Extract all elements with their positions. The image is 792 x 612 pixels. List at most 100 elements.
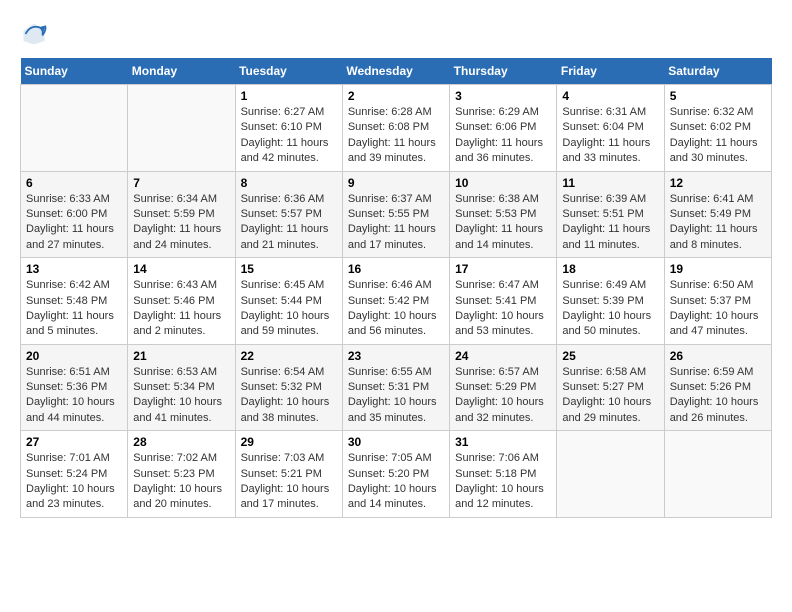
weekday-header-monday: Monday xyxy=(128,58,235,85)
day-number: 9 xyxy=(348,176,444,190)
day-number: 15 xyxy=(241,262,337,276)
calendar-cell: 25Sunrise: 6:58 AM Sunset: 5:27 PM Dayli… xyxy=(557,344,664,431)
calendar-cell: 8 Sunrise: 6:36 AM Sunset: 5:57 PM Daylig… xyxy=(235,171,342,258)
day-number: 8 xyxy=(241,176,337,190)
day-number: 28 xyxy=(133,435,229,449)
calendar-cell: 21 Sunrise: 6:53 AM Sunset: 5:34 PM Dayli… xyxy=(128,344,235,431)
day-number: 1 xyxy=(241,89,337,103)
day-info: Sunrise: 6:36 AM Sunset: 5:57 PM Dayligh… xyxy=(241,192,337,254)
day-info: Sunrise: 6:42 AM Sunset: 5:48 PM Dayligh… xyxy=(26,278,122,340)
day-info: Sunrise: 6:53 AM Sunset: 5:34 PM Dayligh… xyxy=(133,365,229,427)
day-info: Sunrise: 6:28 AM Sunset: 6:08 PM Dayligh… xyxy=(348,105,444,167)
day-number: 19 xyxy=(670,262,766,276)
calendar-week-5: 27Sunrise: 7:01 AM Sunset: 5:24 PM Dayli… xyxy=(21,431,772,518)
day-info: Sunrise: 6:33 AM Sunset: 6:00 PM Dayligh… xyxy=(26,192,122,254)
calendar-cell: 11 Sunrise: 6:39 AM Sunset: 5:51 PM Dayli… xyxy=(557,171,664,258)
day-number: 4 xyxy=(562,89,658,103)
calendar-cell: 20Sunrise: 6:51 AM Sunset: 5:36 PM Dayli… xyxy=(21,344,128,431)
calendar-cell: 24 Sunrise: 6:57 AM Sunset: 5:29 PM Dayli… xyxy=(450,344,557,431)
calendar-cell: 31 Sunrise: 7:06 AM Sunset: 5:18 PM Dayli… xyxy=(450,431,557,518)
day-info: Sunrise: 6:54 AM Sunset: 5:32 PM Dayligh… xyxy=(241,365,337,427)
weekday-header-friday: Friday xyxy=(557,58,664,85)
day-info: Sunrise: 7:03 AM Sunset: 5:21 PM Dayligh… xyxy=(241,451,337,513)
calendar-cell: 6 Sunrise: 6:33 AM Sunset: 6:00 PM Daylig… xyxy=(21,171,128,258)
day-info: Sunrise: 6:27 AM Sunset: 6:10 PM Dayligh… xyxy=(241,105,337,167)
day-number: 23 xyxy=(348,349,444,363)
calendar-cell: 26Sunrise: 6:59 AM Sunset: 5:26 PM Dayli… xyxy=(664,344,771,431)
day-number: 22 xyxy=(241,349,337,363)
calendar-table: SundayMondayTuesdayWednesdayThursdayFrid… xyxy=(20,58,772,518)
day-info: Sunrise: 6:43 AM Sunset: 5:46 PM Dayligh… xyxy=(133,278,229,340)
calendar-cell: 22 Sunrise: 6:54 AM Sunset: 5:32 PM Dayli… xyxy=(235,344,342,431)
day-number: 17 xyxy=(455,262,551,276)
day-number: 10 xyxy=(455,176,551,190)
calendar-cell xyxy=(128,85,235,172)
day-number: 25 xyxy=(562,349,658,363)
day-number: 3 xyxy=(455,89,551,103)
day-number: 20 xyxy=(26,349,122,363)
day-number: 13 xyxy=(26,262,122,276)
day-number: 26 xyxy=(670,349,766,363)
calendar-cell xyxy=(21,85,128,172)
calendar-week-2: 6 Sunrise: 6:33 AM Sunset: 6:00 PM Daylig… xyxy=(21,171,772,258)
calendar-cell: 19 Sunrise: 6:50 AM Sunset: 5:37 PM Dayli… xyxy=(664,258,771,345)
calendar-week-3: 13 Sunrise: 6:42 AM Sunset: 5:48 PM Dayli… xyxy=(21,258,772,345)
day-info: Sunrise: 6:41 AM Sunset: 5:49 PM Dayligh… xyxy=(670,192,766,254)
calendar-cell: 4 Sunrise: 6:31 AM Sunset: 6:04 PM Daylig… xyxy=(557,85,664,172)
calendar-cell: 13 Sunrise: 6:42 AM Sunset: 5:48 PM Dayli… xyxy=(21,258,128,345)
page-header xyxy=(20,20,772,48)
calendar-cell: 5Sunrise: 6:32 AM Sunset: 6:02 PM Daylig… xyxy=(664,85,771,172)
calendar-cell: 28 Sunrise: 7:02 AM Sunset: 5:23 PM Dayli… xyxy=(128,431,235,518)
calendar-cell: 14 Sunrise: 6:43 AM Sunset: 5:46 PM Dayli… xyxy=(128,258,235,345)
day-info: Sunrise: 6:45 AM Sunset: 5:44 PM Dayligh… xyxy=(241,278,337,340)
day-info: Sunrise: 7:05 AM Sunset: 5:20 PM Dayligh… xyxy=(348,451,444,513)
calendar-week-1: 1 Sunrise: 6:27 AM Sunset: 6:10 PM Daylig… xyxy=(21,85,772,172)
calendar-cell: 9 Sunrise: 6:37 AM Sunset: 5:55 PM Daylig… xyxy=(342,171,449,258)
day-info: Sunrise: 7:01 AM Sunset: 5:24 PM Dayligh… xyxy=(26,451,122,513)
calendar-cell: 1 Sunrise: 6:27 AM Sunset: 6:10 PM Daylig… xyxy=(235,85,342,172)
calendar-cell: 16 Sunrise: 6:46 AM Sunset: 5:42 PM Dayli… xyxy=(342,258,449,345)
day-number: 2 xyxy=(348,89,444,103)
day-number: 14 xyxy=(133,262,229,276)
calendar-cell: 10 Sunrise: 6:38 AM Sunset: 5:53 PM Dayli… xyxy=(450,171,557,258)
calendar-cell: 23Sunrise: 6:55 AM Sunset: 5:31 PM Dayli… xyxy=(342,344,449,431)
day-number: 6 xyxy=(26,176,122,190)
day-info: Sunrise: 6:50 AM Sunset: 5:37 PM Dayligh… xyxy=(670,278,766,340)
day-number: 16 xyxy=(348,262,444,276)
calendar-cell: 17 Sunrise: 6:47 AM Sunset: 5:41 PM Dayli… xyxy=(450,258,557,345)
calendar-cell: 7Sunrise: 6:34 AM Sunset: 5:59 PM Daylig… xyxy=(128,171,235,258)
day-info: Sunrise: 6:57 AM Sunset: 5:29 PM Dayligh… xyxy=(455,365,551,427)
day-number: 31 xyxy=(455,435,551,449)
day-info: Sunrise: 6:38 AM Sunset: 5:53 PM Dayligh… xyxy=(455,192,551,254)
day-info: Sunrise: 6:37 AM Sunset: 5:55 PM Dayligh… xyxy=(348,192,444,254)
day-info: Sunrise: 6:31 AM Sunset: 6:04 PM Dayligh… xyxy=(562,105,658,167)
day-number: 12 xyxy=(670,176,766,190)
day-info: Sunrise: 6:46 AM Sunset: 5:42 PM Dayligh… xyxy=(348,278,444,340)
day-info: Sunrise: 6:49 AM Sunset: 5:39 PM Dayligh… xyxy=(562,278,658,340)
calendar-cell: 15 Sunrise: 6:45 AM Sunset: 5:44 PM Dayli… xyxy=(235,258,342,345)
day-number: 18 xyxy=(562,262,658,276)
day-info: Sunrise: 6:29 AM Sunset: 6:06 PM Dayligh… xyxy=(455,105,551,167)
day-info: Sunrise: 6:34 AM Sunset: 5:59 PM Dayligh… xyxy=(133,192,229,254)
day-number: 29 xyxy=(241,435,337,449)
calendar-cell: 2 Sunrise: 6:28 AM Sunset: 6:08 PM Daylig… xyxy=(342,85,449,172)
logo xyxy=(20,20,52,48)
logo-icon xyxy=(20,20,48,48)
day-info: Sunrise: 6:39 AM Sunset: 5:51 PM Dayligh… xyxy=(562,192,658,254)
weekday-header-sunday: Sunday xyxy=(21,58,128,85)
calendar-cell: 12 Sunrise: 6:41 AM Sunset: 5:49 PM Dayli… xyxy=(664,171,771,258)
day-number: 24 xyxy=(455,349,551,363)
day-number: 21 xyxy=(133,349,229,363)
day-info: Sunrise: 6:47 AM Sunset: 5:41 PM Dayligh… xyxy=(455,278,551,340)
calendar-week-4: 20Sunrise: 6:51 AM Sunset: 5:36 PM Dayli… xyxy=(21,344,772,431)
day-number: 11 xyxy=(562,176,658,190)
calendar-cell: 3 Sunrise: 6:29 AM Sunset: 6:06 PM Daylig… xyxy=(450,85,557,172)
weekday-header-tuesday: Tuesday xyxy=(235,58,342,85)
day-info: Sunrise: 7:02 AM Sunset: 5:23 PM Dayligh… xyxy=(133,451,229,513)
weekday-header-wednesday: Wednesday xyxy=(342,58,449,85)
calendar-cell: 27Sunrise: 7:01 AM Sunset: 5:24 PM Dayli… xyxy=(21,431,128,518)
day-info: Sunrise: 7:06 AM Sunset: 5:18 PM Dayligh… xyxy=(455,451,551,513)
calendar-cell: 18 Sunrise: 6:49 AM Sunset: 5:39 PM Dayli… xyxy=(557,258,664,345)
day-number: 30 xyxy=(348,435,444,449)
weekday-header-row: SundayMondayTuesdayWednesdayThursdayFrid… xyxy=(21,58,772,85)
